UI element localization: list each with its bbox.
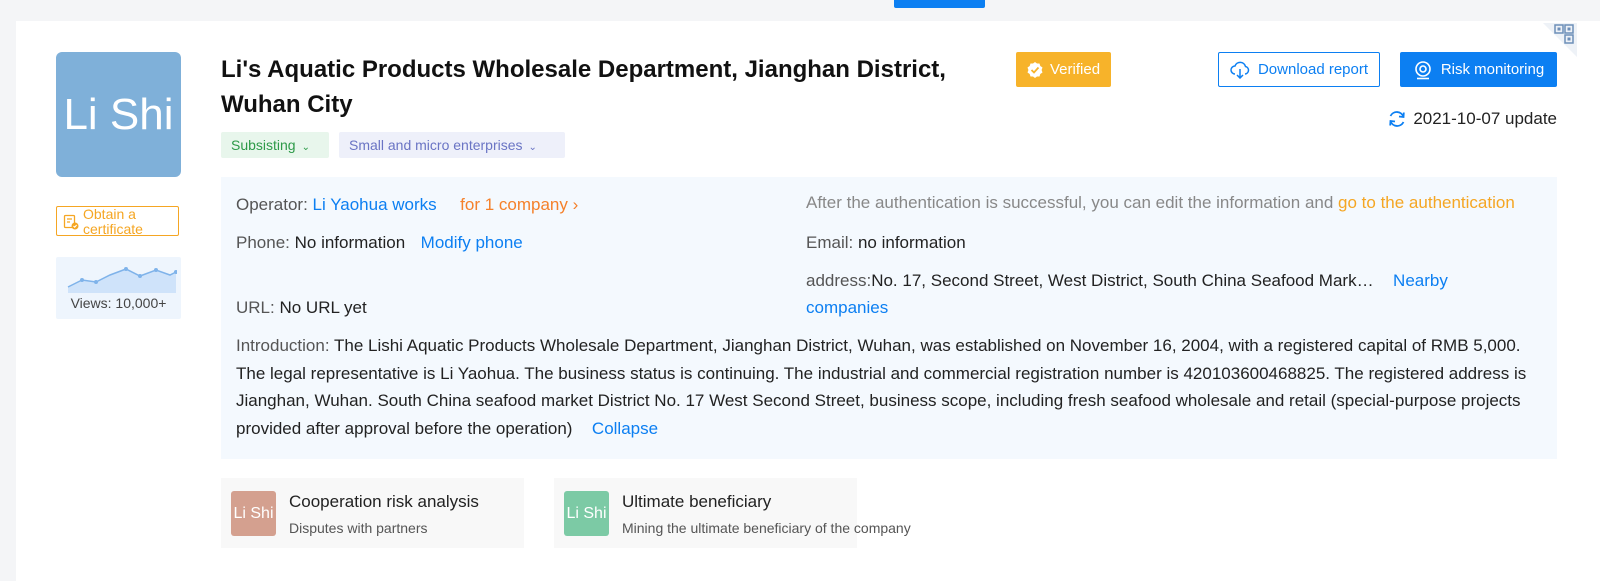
chevron-right-icon: › — [567, 195, 579, 214]
auth-row: After the authentication is successful, … — [806, 189, 1515, 216]
active-tab-indicator — [894, 0, 985, 8]
url-row: URL: No URL yet — [236, 294, 367, 321]
email-row: Email: no information — [806, 229, 966, 256]
address-row: address:No. 17, Second Street, West Dist… — [806, 267, 1448, 294]
nearby-companies-link[interactable]: Nearby — [1393, 271, 1448, 290]
obtain-certificate-button[interactable]: Obtain a certificate — [56, 206, 179, 236]
chevron-down-icon: ⌄ — [528, 142, 537, 153]
verified-badge[interactable]: Verified — [1016, 52, 1111, 87]
download-report-label: Download report — [1257, 61, 1369, 78]
risk-card-badge: Li Shi — [231, 491, 276, 536]
intro-text: The Lishi Aquatic Products Wholesale Dep… — [236, 336, 1527, 438]
risk-card-title: Ultimate beneficiary — [622, 492, 772, 511]
risk-monitoring-button[interactable]: Risk monitoring — [1400, 52, 1557, 87]
email-label: Email: — [806, 233, 854, 252]
views-count: Views: 10,000+ — [70, 295, 167, 311]
operator-label: Operator: — [236, 195, 308, 214]
scale-tag[interactable]: Small and micro enterprises ⌄ — [339, 132, 565, 158]
company-logo: Li Shi — [56, 52, 181, 177]
verified-label: Verified — [1050, 61, 1101, 78]
risk-monitoring-label: Risk monitoring — [1440, 61, 1545, 78]
company-name: Li's Aquatic Products Wholesale Departme… — [221, 56, 946, 118]
update-info[interactable]: 2021-10-07 update — [1378, 109, 1557, 129]
risk-card-beneficiary[interactable]: Li Shi Ultimate beneficiary Mining the u… — [554, 478, 911, 548]
verified-check-icon — [1027, 61, 1043, 78]
risk-card-title: Cooperation risk analysis — [289, 492, 479, 511]
views-sparkline — [67, 267, 177, 293]
url-label: URL: — [236, 298, 275, 317]
address-value: No. 17, Second Street, West District, So… — [871, 271, 1374, 290]
camera-monitor-icon — [1415, 60, 1431, 79]
refresh-icon — [1389, 111, 1406, 127]
nearby-companies-link-cont[interactable]: companies — [806, 298, 888, 317]
status-tag[interactable]: Subsisting ⌄ — [221, 132, 329, 158]
collapse-link[interactable]: Collapse — [592, 419, 658, 438]
email-value: no information — [857, 233, 966, 252]
chevron-down-icon: ⌄ — [301, 142, 310, 153]
url-value: No URL yet — [279, 298, 367, 317]
cloud-download-icon — [1230, 61, 1250, 79]
status-tag-label: Subsisting — [231, 137, 296, 153]
operator-row: Operator: Li Yaohua works for 1 company … — [236, 191, 578, 218]
risk-card-badge: Li Shi — [564, 491, 609, 536]
address-row-cont: companies — [806, 294, 888, 321]
certificate-icon — [63, 214, 79, 230]
update-date: 2021-10-07 update — [1413, 109, 1557, 128]
download-report-button[interactable]: Download report — [1218, 52, 1380, 87]
auth-note: After the authentication is successful, … — [806, 193, 1334, 212]
address-label: address: — [806, 271, 872, 290]
operator-companies-link[interactable]: for 1 company — [460, 195, 568, 214]
intro-label: Introduction: — [236, 336, 330, 355]
company-logo-text: Li Shi — [63, 89, 174, 139]
scale-tag-label: Small and micro enterprises — [349, 137, 523, 153]
modify-phone-link[interactable]: Modify phone — [421, 233, 523, 252]
introduction: Introduction: The Lishi Aquatic Products… — [236, 332, 1541, 442]
phone-row: Phone: No information Modify phone — [236, 229, 523, 256]
phone-value: No information — [294, 233, 406, 252]
phone-label: Phone: — [236, 233, 290, 252]
risk-card-subtitle: Disputes with partners — [289, 520, 428, 536]
risk-card-cooperation[interactable]: Li Shi Cooperation risk analysis Dispute… — [221, 478, 524, 548]
go-authentication-link[interactable]: go to the authentication — [1338, 193, 1515, 212]
risk-card-subtitle: Mining the ultimate beneficiary of the c… — [622, 520, 911, 536]
operator-link[interactable]: Li Yaohua works — [313, 195, 437, 214]
certificate-label: Obtain a certificate — [83, 206, 143, 236]
views-widget: Views: 10,000+ — [56, 257, 181, 319]
